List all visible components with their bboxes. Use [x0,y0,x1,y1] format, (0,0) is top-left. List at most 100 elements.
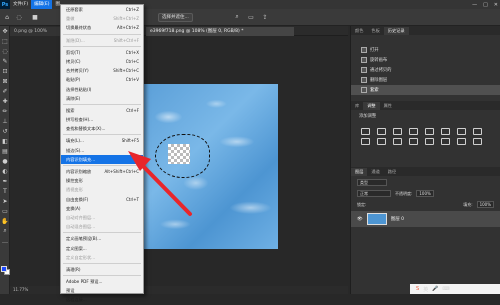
invert-icon[interactable] [409,138,418,145]
menu-item[interactable]: 操控变形 [61,176,143,185]
dodge-tool-icon[interactable]: ◐ [0,166,10,176]
menu-item[interactable]: 切换最终状态 Alt+Ctrl+Z [61,23,143,32]
tab-document-1[interactable]: 0.png @ 100% [10,27,62,36]
tab-properties[interactable]: 属性 [380,102,396,110]
history-item[interactable]: 旋转画布 [351,55,500,65]
eye-icon[interactable]: 👁 [357,217,363,222]
brightness-icon[interactable] [361,128,370,135]
shape-tool-icon[interactable]: ▭ [0,206,10,216]
maximize-icon[interactable]: □ [483,2,488,8]
black-white-icon[interactable] [473,128,482,135]
menu-item[interactable]: 定义图案... [61,244,143,253]
search-icon[interactable]: ⌕ [232,12,242,22]
menu-item[interactable]: 粘贴(P) Ctrl+V [61,75,143,84]
lasso-tool-icon[interactable]: ◌ [14,12,24,22]
crop-tool-icon[interactable]: ⊡ [0,66,10,76]
gradient-tool-icon[interactable]: ▤ [0,146,10,156]
zoom-level[interactable]: 11.77% [13,287,28,292]
opacity-field[interactable]: 100% [416,190,434,197]
workspace-icon[interactable]: ▭ [246,12,256,22]
stamp-tool-icon[interactable]: ⊥ [0,116,10,126]
ime-language[interactable]: 英 [423,286,428,293]
history-brush-icon[interactable]: ↺ [0,126,10,136]
color-lookup-icon[interactable] [393,138,402,145]
minimize-icon[interactable]: — [472,2,477,8]
ime-icon[interactable]: S [416,286,419,292]
menu-item[interactable]: 清除(E) [61,94,143,103]
blend-mode-select[interactable]: 正常 [357,190,391,197]
tab-document-2[interactable]: e3969f718.png @ 108% (图层 0, RGB/8) * [146,27,294,36]
healing-brush-icon[interactable]: ✚ [0,96,10,106]
close-icon[interactable]: ✕ [494,2,498,8]
menu-item[interactable]: 选择性粘贴(I) [61,85,143,94]
move-tool-icon[interactable]: ✥ [0,26,10,36]
levels-icon[interactable] [377,128,386,135]
quick-select-icon[interactable]: ✎ [0,56,10,66]
history-item[interactable]: 删除图层 [351,75,500,85]
menu-item[interactable]: 拼写检查(H)... [61,115,143,124]
path-select-icon[interactable]: ➤ [0,196,10,206]
menu-edit[interactable]: 编辑(E) [31,0,53,9]
eraser-icon[interactable]: ◧ [0,136,10,146]
type-tool-icon[interactable]: T [0,186,10,196]
history-item[interactable]: 打开 [351,45,500,55]
tab-adjustments[interactable]: 调整 [363,102,380,110]
menu-item[interactable]: 变换(A) [61,204,143,213]
menu-file[interactable]: 文件(F) [10,0,31,9]
menu-item[interactable]: 预设 [61,286,143,295]
tab-paths[interactable]: 路径 [384,168,400,176]
menu-item[interactable]: 拷贝(C) Ctrl+C [61,57,143,66]
pen-tool-icon[interactable]: ✒ [0,176,10,186]
menu-item[interactable]: 远程连接... [61,295,143,304]
menu-item[interactable]: 内容识别填充... [61,154,143,164]
mic-icon[interactable]: 🎤 [432,286,438,292]
select-and-mask-button[interactable]: 选择并遮住... [158,13,193,22]
gradient-map-icon[interactable] [457,138,466,145]
menu-item[interactable]: 内容识别缩放 Alt+Shift+Ctrl+C [61,167,143,176]
tab-libraries[interactable]: 库 [351,102,363,110]
eyedropper-icon[interactable]: ✐ [0,86,10,96]
new-selection-icon[interactable]: ■ [30,12,40,22]
layer-row[interactable]: 👁 图层 0 [351,211,500,227]
menu-item[interactable]: Adobe PDF 预设... [61,277,143,286]
photo-filter-icon[interactable] [361,138,370,145]
tab-layers[interactable]: 图层 [351,168,368,176]
tab-color[interactable]: 颜色 [351,27,367,35]
menu-item[interactable]: 描边(S)... [61,146,143,155]
menu-item[interactable]: 自由变换(F) Ctrl+T [61,195,143,204]
posterize-icon[interactable] [425,138,434,145]
share-icon[interactable]: ⇪ [260,12,270,22]
menu-item[interactable]: 填充(L)... Shift+F5 [61,136,143,145]
history-item[interactable]: 通过拷贝的 [351,65,500,75]
keyboard-icon[interactable]: ⌨ [442,286,449,292]
history-item[interactable]: 套索 [351,85,500,95]
lasso-icon[interactable]: ◌ [0,46,10,56]
foreground-color-swatch[interactable] [1,266,7,272]
hue-icon[interactable] [441,128,450,135]
threshold-icon[interactable] [441,138,450,145]
tab-history[interactable]: 历史记录 [383,27,409,35]
color-balance-icon[interactable] [457,128,466,135]
tab-channels[interactable]: 通道 [367,168,383,176]
frame-tool-icon[interactable]: ⊠ [0,76,10,86]
blur-tool-icon[interactable]: ● [0,156,10,166]
channel-mixer-icon[interactable] [377,138,386,145]
layer-filter-select[interactable]: 类型 [357,179,387,186]
lasso-selection[interactable] [155,134,210,178]
vibrance-icon[interactable] [425,128,434,135]
home-icon[interactable]: ⌂ [2,12,12,22]
menu-item[interactable]: 查找和替换文本(X)... [61,124,143,133]
menu-item[interactable]: 搜索 Ctrl+F [61,106,143,115]
more-tools-icon[interactable]: … [0,236,10,246]
marquee-tool-icon[interactable]: ⬚ [0,36,10,46]
tab-swatches[interactable]: 色板 [367,27,383,35]
brush-tool-icon[interactable]: ✏ [0,106,10,116]
hand-tool-icon[interactable]: ✋ [0,216,10,226]
fill-field[interactable]: 100% [476,201,494,208]
zoom-tool-icon[interactable]: ⌕ [0,226,10,236]
menu-item[interactable]: 定义画笔预设(B)... [61,234,143,243]
selective-color-icon[interactable] [473,138,482,145]
exposure-icon[interactable] [409,128,418,135]
menu-item[interactable]: 合并拷贝(Y) Shift+Ctrl+C [61,66,143,75]
curves-icon[interactable] [393,128,402,135]
